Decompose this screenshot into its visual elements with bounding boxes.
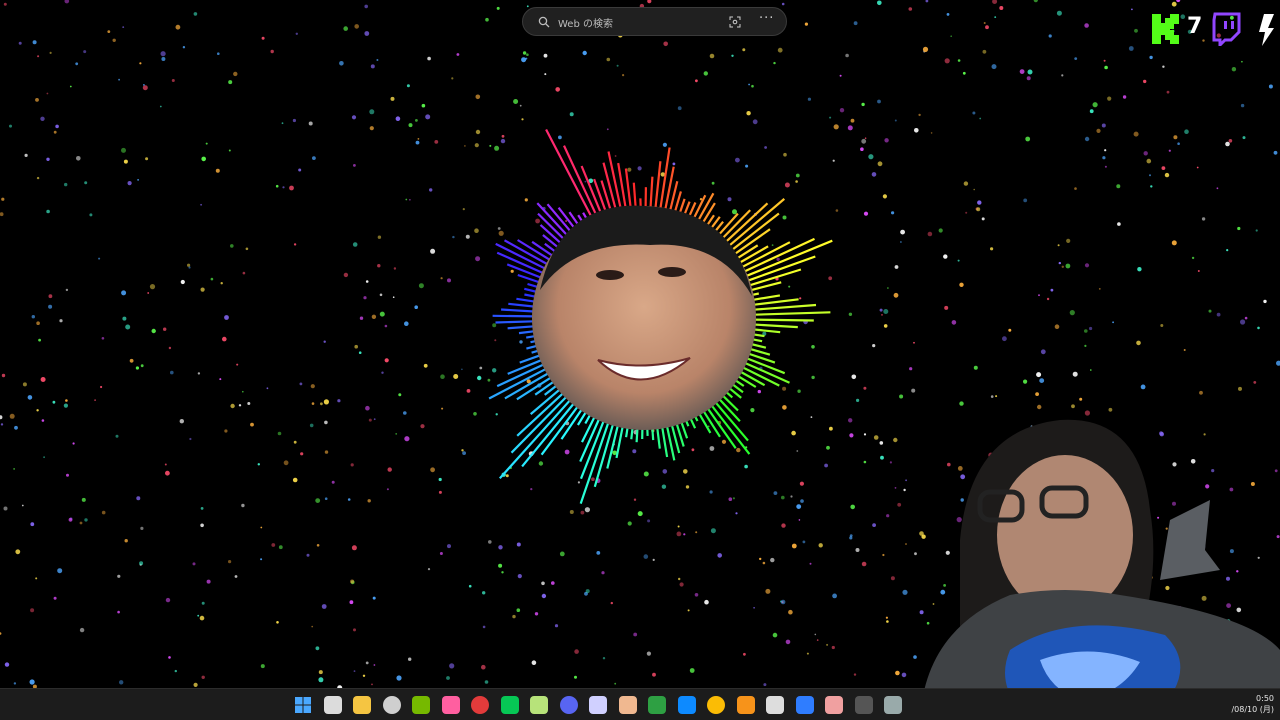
nvidia-icon[interactable] (412, 696, 430, 714)
webcam-streamer (920, 419, 1280, 720)
system-clock[interactable]: 0:50 /08/10 (月) (1231, 693, 1274, 715)
start-icon[interactable] (294, 696, 312, 714)
vim-icon[interactable] (530, 696, 548, 714)
discord-icon[interactable] (559, 696, 578, 714)
taskbar: 0:50 /08/10 (月) (0, 688, 1280, 720)
chatgpt-icon[interactable] (589, 696, 607, 714)
tray-app2-icon[interactable] (884, 696, 902, 714)
obs-icon[interactable] (382, 696, 401, 714)
photos-icon[interactable] (825, 696, 843, 714)
tray-app-icon[interactable] (854, 696, 873, 714)
app-icon[interactable] (766, 696, 784, 714)
clock-date: /08/10 (月) (1231, 705, 1274, 714)
chrome-icon[interactable] (707, 696, 725, 714)
record-icon[interactable] (471, 696, 489, 714)
lips-icon[interactable] (441, 696, 460, 714)
edge-dev-icon[interactable] (795, 696, 814, 714)
xbox-icon[interactable] (648, 696, 666, 714)
task-view-icon[interactable] (323, 696, 342, 714)
line-icon[interactable] (500, 696, 519, 714)
file-explorer-icon[interactable] (353, 696, 371, 714)
edge-icon[interactable] (677, 696, 696, 714)
bitcoin-icon[interactable] (736, 696, 755, 714)
clock-time: 0:50 (1256, 694, 1274, 703)
book-icon[interactable] (618, 696, 637, 714)
